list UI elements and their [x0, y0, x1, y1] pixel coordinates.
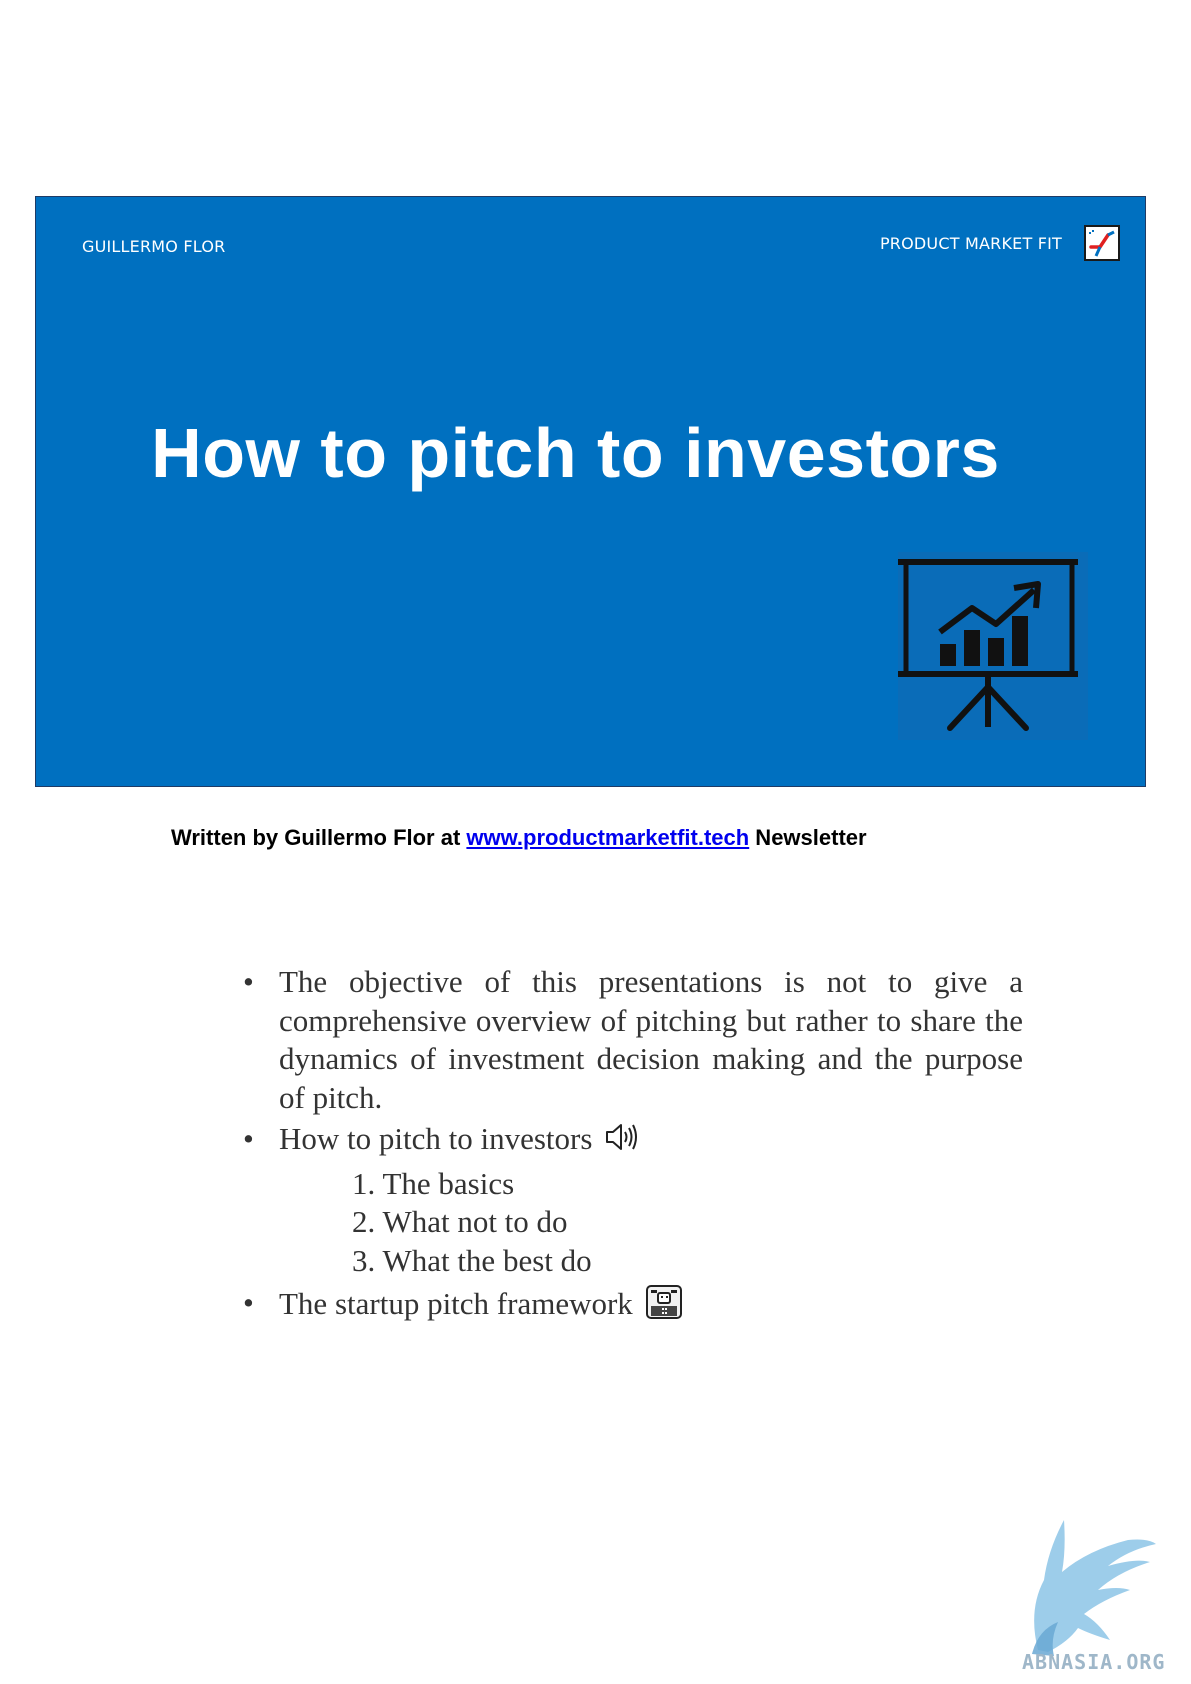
bullet-text: The objective of this presentations is n… — [279, 964, 1023, 1115]
speaker-icon — [604, 1122, 640, 1162]
presentation-chart-icon — [898, 552, 1088, 740]
griffin-icon — [1018, 1510, 1158, 1660]
sub-list-item: 1. The basics — [352, 1165, 515, 1201]
brand-tag: PRODUCT MARKET FIT — [879, 234, 1062, 253]
bullet-text: How to pitch to investors — [279, 1121, 593, 1156]
bullet-text: The startup pitch framework — [279, 1286, 633, 1321]
watermark-text: ABNASIA.ORG — [1022, 1650, 1166, 1674]
byline: Written by Guillermo Flor at www.product… — [171, 825, 867, 851]
sub-list-item: 3. What the best do — [352, 1242, 592, 1278]
sub-list-item: 2. What not to do — [352, 1204, 568, 1240]
list-item: The startup pitch framework — [243, 1284, 1023, 1330]
byline-prefix: Written by Guillermo Flor at — [171, 825, 467, 850]
list-item: How to pitch to investors — [243, 1120, 1023, 1162]
product-market-fit-logo-icon — [1084, 225, 1120, 261]
bullet-list: The objective of this presentations is n… — [243, 963, 1023, 1333]
page-title: How to pitch to investors — [151, 414, 1000, 492]
list-item: The objective of this presentations is n… — [243, 963, 1023, 1117]
byline-suffix: Newsletter — [749, 825, 867, 850]
sub-list: 1. The basics 2. What not to do 3. What … — [243, 1165, 1023, 1281]
title-banner: GUILLERMO FLOR PRODUCT MARKET FIT How to… — [35, 196, 1146, 787]
robot-icon — [645, 1284, 683, 1330]
newsletter-link[interactable]: www.productmarketfit.tech — [466, 825, 749, 850]
author-tag: GUILLERMO FLOR — [82, 237, 226, 256]
